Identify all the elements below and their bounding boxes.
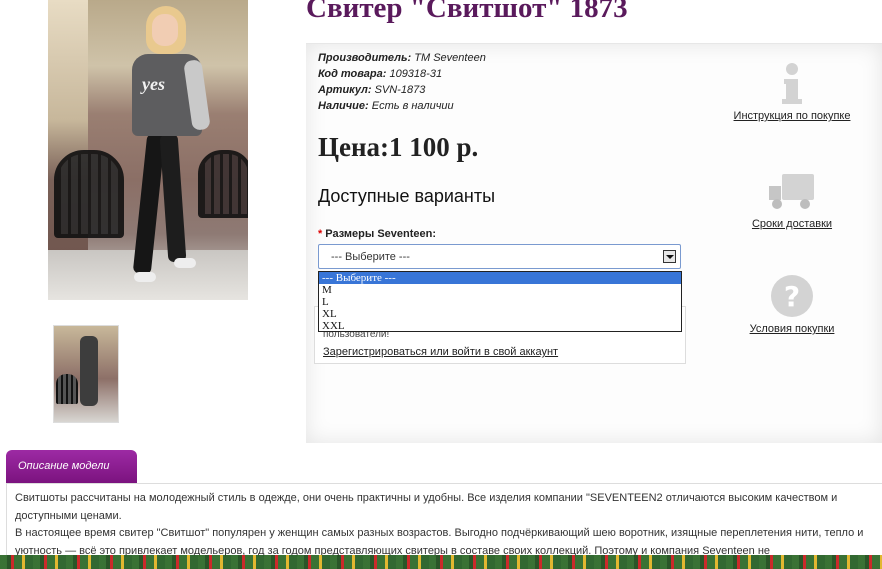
thumbnail-window	[56, 374, 78, 404]
delivery-terms[interactable]: Сроки доставки	[722, 170, 862, 230]
description-text: Свитшоты рассчитаны на молодежный стиль …	[15, 490, 875, 560]
purchase-instructions-link[interactable]: Инструкция по покупке	[722, 110, 862, 122]
login-link[interactable]: Зарегистрироваться или войти в свой акка…	[323, 346, 558, 358]
meta-manufacturer: Производитель: TM Seventeen	[318, 52, 486, 64]
size-option[interactable]: --- Выберите ---	[319, 272, 681, 284]
purchase-instructions[interactable]: Инструкция по покупке	[722, 62, 862, 122]
size-dropdown-list[interactable]: --- Выберите --- M L XL XXL	[318, 271, 682, 332]
product-price: Цена:1 100 р.	[318, 132, 479, 162]
thumbnail-model	[80, 336, 98, 406]
product-info-panel: Производитель: TM Seventeen Код товара: …	[306, 43, 882, 443]
photo-model-leg	[159, 133, 187, 263]
delivery-terms-link[interactable]: Сроки доставки	[722, 218, 862, 230]
purchase-terms[interactable]: ? Условия покупки	[722, 273, 862, 335]
size-option[interactable]: XL	[319, 308, 681, 320]
photo-sweater-print: yes	[142, 74, 165, 94]
size-select[interactable]: --- Выберите ---	[318, 244, 681, 269]
required-mark: *	[318, 228, 323, 240]
photo-model-shoe	[134, 272, 156, 282]
product-title: Свитер "Свитшот" 1873	[306, 0, 628, 24]
tab-description-label: Описание модели	[18, 460, 110, 472]
dropdown-arrow-icon[interactable]	[663, 250, 676, 263]
photo-window-grille-right	[198, 150, 248, 218]
purchase-terms-link[interactable]: Условия покупки	[722, 323, 862, 335]
meta-product-code: Код товара: 109318-31	[318, 68, 443, 80]
variants-heading: Доступные варианты	[318, 186, 496, 206]
svg-text:?: ?	[784, 280, 800, 313]
description-paragraph: Свитшоты рассчитаны на молодежный стиль …	[15, 492, 838, 522]
question-icon: ?	[771, 275, 813, 317]
photo-window-grille	[54, 150, 124, 238]
product-thumbnail[interactable]	[53, 325, 119, 423]
decorative-garland	[0, 555, 882, 569]
product-meta: Производитель: TM Seventeen Код товара: …	[318, 50, 486, 114]
size-select-value: --- Выберите ---	[331, 251, 410, 263]
product-main-photo[interactable]: yes	[48, 0, 248, 300]
size-label: * Размеры Seventeen:	[318, 228, 437, 240]
meta-availability: Наличие: Есть в наличии	[318, 100, 454, 112]
size-option[interactable]: XXL	[319, 320, 681, 332]
size-option[interactable]: M	[319, 284, 681, 296]
size-option[interactable]: L	[319, 296, 681, 308]
meta-article: Артикул: SVN-1873	[318, 84, 426, 96]
info-icon	[782, 63, 802, 104]
photo-model-face	[152, 14, 178, 46]
truck-icon	[769, 174, 814, 209]
tab-description[interactable]: Описание модели	[6, 450, 137, 483]
photo-model-shoe	[174, 258, 196, 268]
